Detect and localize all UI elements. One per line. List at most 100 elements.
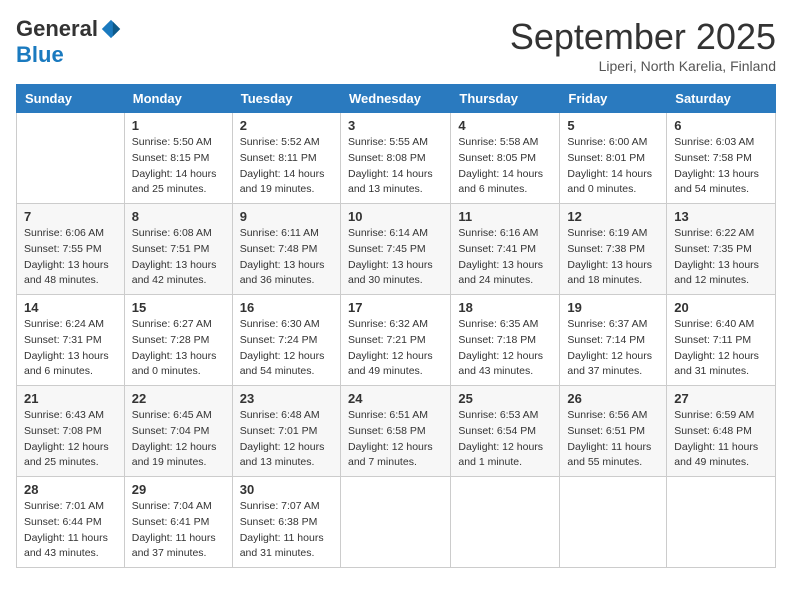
day-number: 24 bbox=[348, 391, 443, 406]
calendar-cell: 22 Sunrise: 6:45 AM Sunset: 7:04 PM Dayli… bbox=[124, 386, 232, 477]
day-info: Sunrise: 6:22 AM Sunset: 7:35 PM Dayligh… bbox=[674, 226, 768, 289]
calendar-week-4: 21Sunrise: 6:43 AM Sunset: 7:08 PM Dayli… bbox=[17, 386, 776, 477]
day-info: Sunrise: 6:03 AM Sunset: 7:58 PM Dayligh… bbox=[674, 135, 768, 198]
day-number: 13 bbox=[674, 209, 768, 224]
day-info: Sunrise: 5:50 AM Sunset: 8:15 PM Dayligh… bbox=[132, 135, 225, 198]
day-info: Sunrise: 6:14 AM Sunset: 7:45 PM Dayligh… bbox=[348, 226, 443, 289]
day-info: Sunrise: 6:45 AM Sunset: 7:04 PM Dayligh… bbox=[132, 408, 225, 471]
day-number: 21 bbox=[24, 391, 117, 406]
day-info: Sunrise: 6:48 AM Sunset: 7:01 PM Dayligh… bbox=[240, 408, 333, 471]
calendar-cell: 27 Sunrise: 6:59 AM Sunset: 6:48 PM Dayli… bbox=[667, 386, 776, 477]
day-number: 10 bbox=[348, 209, 443, 224]
calendar-cell: 19 Sunrise: 6:37 AM Sunset: 7:14 PM Dayli… bbox=[560, 295, 667, 386]
calendar-cell: 2Sunrise: 5:52 AM Sunset: 8:11 PM Daylig… bbox=[232, 113, 340, 204]
day-header-thursday: Thursday bbox=[451, 85, 560, 113]
month-title: September 2025 bbox=[510, 16, 776, 58]
calendar-table: SundayMondayTuesdayWednesdayThursdayFrid… bbox=[16, 84, 776, 568]
logo-icon bbox=[100, 18, 122, 40]
day-number: 22 bbox=[132, 391, 225, 406]
day-info: Sunrise: 6:24 AM Sunset: 7:31 PM Dayligh… bbox=[24, 317, 117, 380]
day-info: Sunrise: 6:35 AM Sunset: 7:18 PM Dayligh… bbox=[458, 317, 552, 380]
day-number: 20 bbox=[674, 300, 768, 315]
calendar-cell bbox=[340, 477, 450, 568]
day-info: Sunrise: 7:04 AM Sunset: 6:41 PM Dayligh… bbox=[132, 499, 225, 562]
day-info: Sunrise: 5:55 AM Sunset: 8:08 PM Dayligh… bbox=[348, 135, 443, 198]
day-info: Sunrise: 6:51 AM Sunset: 6:58 PM Dayligh… bbox=[348, 408, 443, 471]
calendar-cell bbox=[667, 477, 776, 568]
calendar-cell: 1 Sunrise: 5:50 AM Sunset: 8:15 PM Daylig… bbox=[124, 113, 232, 204]
day-number: 14 bbox=[24, 300, 117, 315]
day-number: 8 bbox=[132, 209, 225, 224]
page-header: General Blue September 2025 Liperi, Nort… bbox=[16, 16, 776, 74]
calendar-cell: 13 Sunrise: 6:22 AM Sunset: 7:35 PM Dayli… bbox=[667, 204, 776, 295]
day-number: 27 bbox=[674, 391, 768, 406]
calendar-cell: 6 Sunrise: 6:03 AM Sunset: 7:58 PM Daylig… bbox=[667, 113, 776, 204]
calendar-week-1: 1 Sunrise: 5:50 AM Sunset: 8:15 PM Daylig… bbox=[17, 113, 776, 204]
day-info: Sunrise: 7:07 AM Sunset: 6:38 PM Dayligh… bbox=[240, 499, 333, 562]
day-number: 4 bbox=[458, 118, 552, 133]
calendar-cell: 10 Sunrise: 6:14 AM Sunset: 7:45 PM Dayli… bbox=[340, 204, 450, 295]
day-info: Sunrise: 6:56 AM Sunset: 6:51 PM Dayligh… bbox=[567, 408, 659, 471]
calendar-cell: 26 Sunrise: 6:56 AM Sunset: 6:51 PM Dayli… bbox=[560, 386, 667, 477]
calendar-cell: 30Sunrise: 7:07 AM Sunset: 6:38 PM Dayli… bbox=[232, 477, 340, 568]
day-number: 29 bbox=[132, 482, 225, 497]
day-header-saturday: Saturday bbox=[667, 85, 776, 113]
calendar-cell: 4 Sunrise: 5:58 AM Sunset: 8:05 PM Daylig… bbox=[451, 113, 560, 204]
calendar-cell: 16 Sunrise: 6:30 AM Sunset: 7:24 PM Dayli… bbox=[232, 295, 340, 386]
day-info: Sunrise: 6:59 AM Sunset: 6:48 PM Dayligh… bbox=[674, 408, 768, 471]
day-number: 18 bbox=[458, 300, 552, 315]
day-number: 12 bbox=[567, 209, 659, 224]
day-number: 15 bbox=[132, 300, 225, 315]
day-header-wednesday: Wednesday bbox=[340, 85, 450, 113]
day-number: 5 bbox=[567, 118, 659, 133]
day-info: Sunrise: 6:37 AM Sunset: 7:14 PM Dayligh… bbox=[567, 317, 659, 380]
day-number: 26 bbox=[567, 391, 659, 406]
day-info: Sunrise: 6:19 AM Sunset: 7:38 PM Dayligh… bbox=[567, 226, 659, 289]
calendar-cell bbox=[560, 477, 667, 568]
day-number: 7 bbox=[24, 209, 117, 224]
location-subtitle: Liperi, North Karelia, Finland bbox=[510, 58, 776, 74]
calendar-cell: 9Sunrise: 6:11 AM Sunset: 7:48 PM Daylig… bbox=[232, 204, 340, 295]
day-number: 3 bbox=[348, 118, 443, 133]
logo-blue-text: Blue bbox=[16, 42, 64, 68]
day-info: Sunrise: 6:32 AM Sunset: 7:21 PM Dayligh… bbox=[348, 317, 443, 380]
day-number: 1 bbox=[132, 118, 225, 133]
day-info: Sunrise: 6:00 AM Sunset: 8:01 PM Dayligh… bbox=[567, 135, 659, 198]
calendar-week-2: 7Sunrise: 6:06 AM Sunset: 7:55 PM Daylig… bbox=[17, 204, 776, 295]
calendar-cell: 14 Sunrise: 6:24 AM Sunset: 7:31 PM Dayli… bbox=[17, 295, 125, 386]
day-number: 19 bbox=[567, 300, 659, 315]
day-header-tuesday: Tuesday bbox=[232, 85, 340, 113]
day-info: Sunrise: 5:52 AM Sunset: 8:11 PM Dayligh… bbox=[240, 135, 333, 198]
calendar-cell: 17Sunrise: 6:32 AM Sunset: 7:21 PM Dayli… bbox=[340, 295, 450, 386]
calendar-week-3: 14 Sunrise: 6:24 AM Sunset: 7:31 PM Dayli… bbox=[17, 295, 776, 386]
day-info: Sunrise: 6:40 AM Sunset: 7:11 PM Dayligh… bbox=[674, 317, 768, 380]
day-number: 23 bbox=[240, 391, 333, 406]
calendar-cell: 11Sunrise: 6:16 AM Sunset: 7:41 PM Dayli… bbox=[451, 204, 560, 295]
calendar-cell: 24 Sunrise: 6:51 AM Sunset: 6:58 PM Dayli… bbox=[340, 386, 450, 477]
calendar-cell: 3 Sunrise: 5:55 AM Sunset: 8:08 PM Daylig… bbox=[340, 113, 450, 204]
calendar-cell: 5 Sunrise: 6:00 AM Sunset: 8:01 PM Daylig… bbox=[560, 113, 667, 204]
day-number: 28 bbox=[24, 482, 117, 497]
day-header-friday: Friday bbox=[560, 85, 667, 113]
calendar-cell: 20 Sunrise: 6:40 AM Sunset: 7:11 PM Dayli… bbox=[667, 295, 776, 386]
day-info: Sunrise: 6:16 AM Sunset: 7:41 PM Dayligh… bbox=[458, 226, 552, 289]
day-number: 6 bbox=[674, 118, 768, 133]
calendar-cell: 7Sunrise: 6:06 AM Sunset: 7:55 PM Daylig… bbox=[17, 204, 125, 295]
day-number: 16 bbox=[240, 300, 333, 315]
day-header-monday: Monday bbox=[124, 85, 232, 113]
title-section: September 2025 Liperi, North Karelia, Fi… bbox=[510, 16, 776, 74]
calendar-cell: 21Sunrise: 6:43 AM Sunset: 7:08 PM Dayli… bbox=[17, 386, 125, 477]
calendar-cell: 28 Sunrise: 7:01 AM Sunset: 6:44 PM Dayli… bbox=[17, 477, 125, 568]
day-info: Sunrise: 6:08 AM Sunset: 7:51 PM Dayligh… bbox=[132, 226, 225, 289]
logo-general-text: General bbox=[16, 16, 98, 42]
calendar-cell: 23 Sunrise: 6:48 AM Sunset: 7:01 PM Dayli… bbox=[232, 386, 340, 477]
day-info: Sunrise: 6:30 AM Sunset: 7:24 PM Dayligh… bbox=[240, 317, 333, 380]
day-info: Sunrise: 5:58 AM Sunset: 8:05 PM Dayligh… bbox=[458, 135, 552, 198]
calendar-header-row: SundayMondayTuesdayWednesdayThursdayFrid… bbox=[17, 85, 776, 113]
day-header-sunday: Sunday bbox=[17, 85, 125, 113]
calendar-cell: 25Sunrise: 6:53 AM Sunset: 6:54 PM Dayli… bbox=[451, 386, 560, 477]
day-info: Sunrise: 6:27 AM Sunset: 7:28 PM Dayligh… bbox=[132, 317, 225, 380]
day-info: Sunrise: 7:01 AM Sunset: 6:44 PM Dayligh… bbox=[24, 499, 117, 562]
day-number: 9 bbox=[240, 209, 333, 224]
day-info: Sunrise: 6:53 AM Sunset: 6:54 PM Dayligh… bbox=[458, 408, 552, 471]
